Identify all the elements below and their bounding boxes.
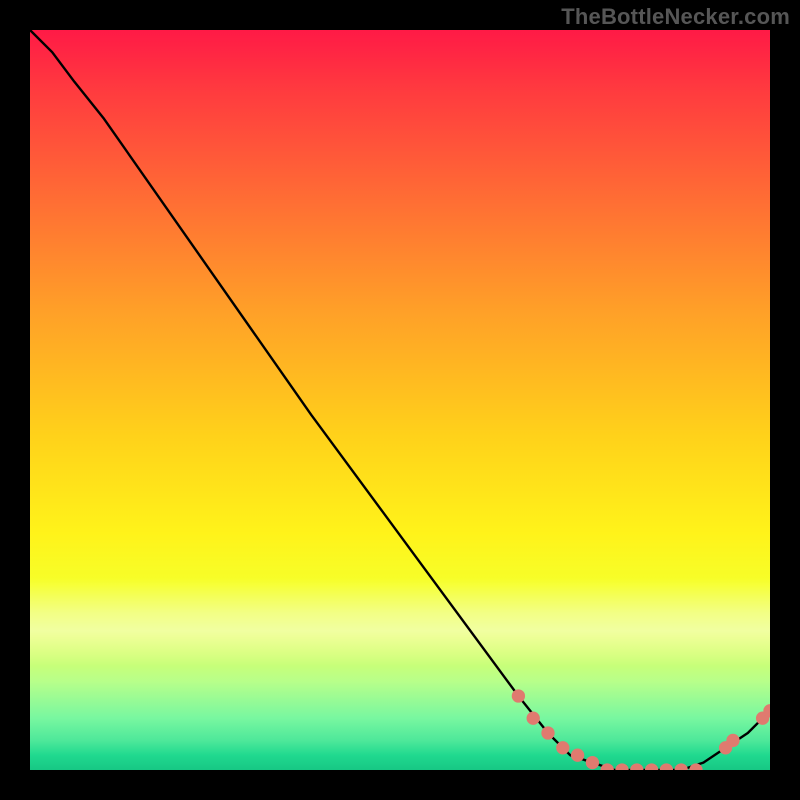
data-marker	[556, 741, 569, 754]
data-marker	[512, 689, 525, 702]
markers-group	[512, 689, 770, 770]
data-marker	[630, 763, 643, 770]
bottleneck-curve	[30, 30, 770, 770]
data-marker	[615, 763, 628, 770]
data-marker	[571, 749, 584, 762]
curve-svg	[30, 30, 770, 770]
data-marker	[541, 726, 554, 739]
data-marker	[645, 763, 658, 770]
data-marker	[601, 763, 614, 770]
data-marker	[586, 756, 599, 769]
attribution-text: TheBottleNecker.com	[561, 4, 790, 30]
plot-area	[30, 30, 770, 770]
chart-frame: TheBottleNecker.com	[0, 0, 800, 800]
data-marker	[675, 763, 688, 770]
data-marker	[660, 763, 673, 770]
data-marker	[527, 712, 540, 725]
data-marker	[726, 734, 739, 747]
